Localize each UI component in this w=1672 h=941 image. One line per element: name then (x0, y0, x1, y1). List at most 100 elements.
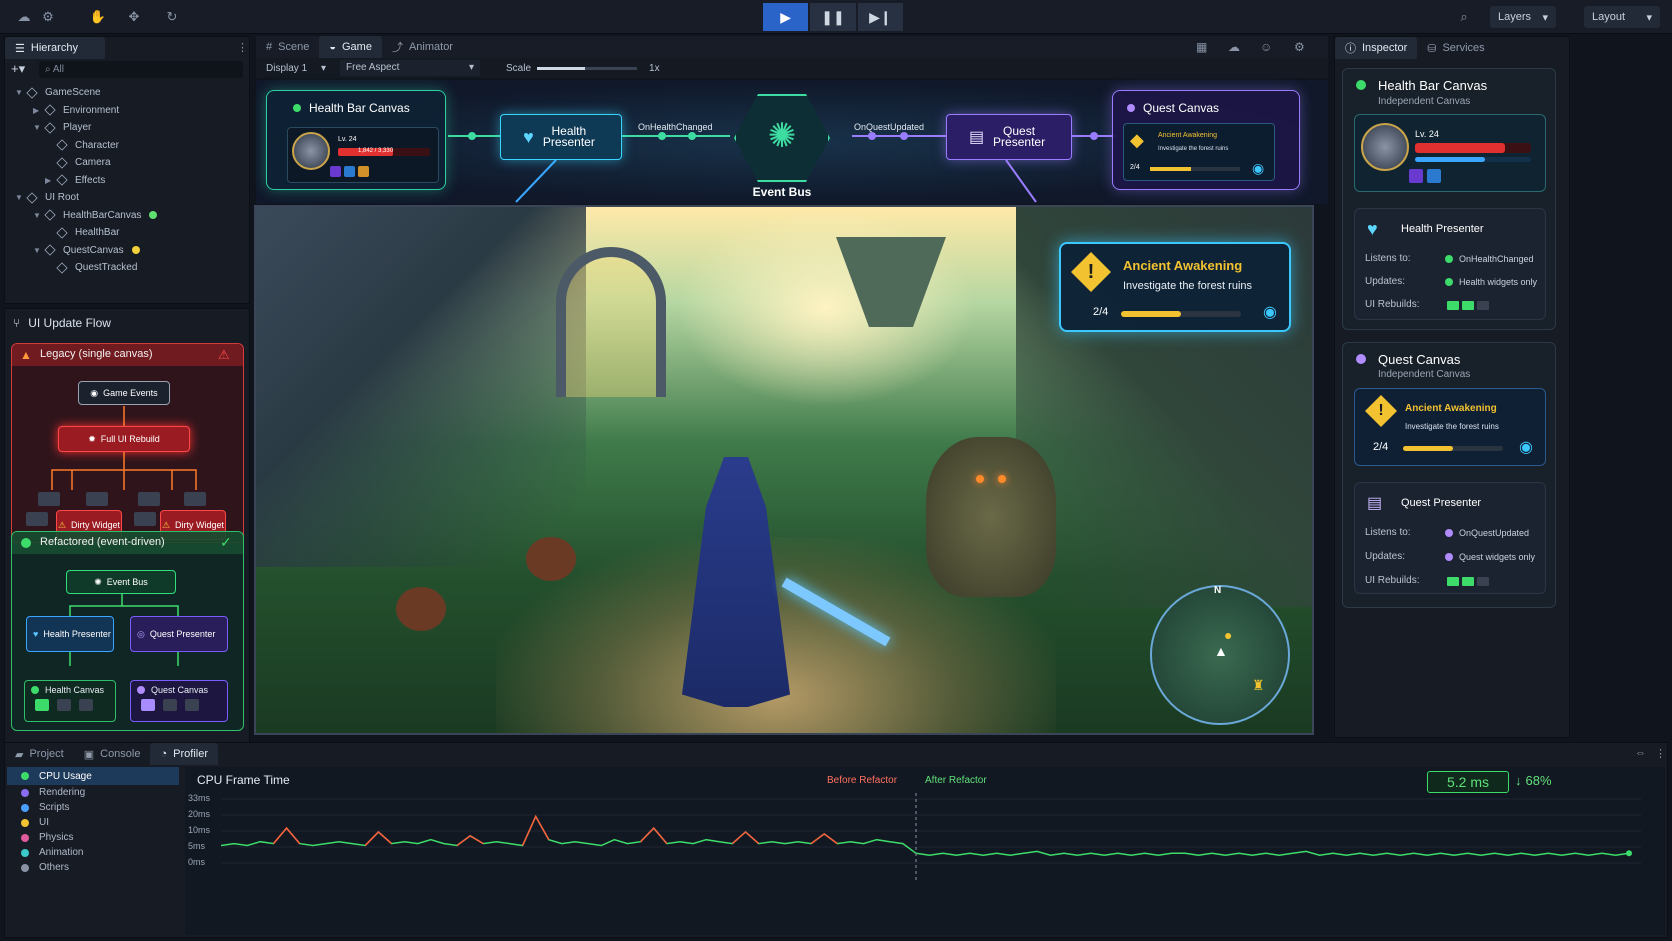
tree-item-questcanvas[interactable]: ▼ QuestCanvas (15, 242, 245, 260)
game-events-node: ◉ Game Events (78, 381, 170, 405)
updates-label: Updates: (1365, 551, 1406, 562)
tree-item-player[interactable]: ▼ Player (15, 119, 245, 137)
minimap[interactable]: N ▲ ● ♜ (1150, 585, 1290, 725)
tab-project[interactable]: ▰ Project (5, 743, 74, 765)
tree-label: Environment (63, 104, 120, 116)
after-series (915, 850, 1630, 856)
hierarchy-tab-label: Hierarchy (30, 42, 78, 54)
tab-label: Project (29, 748, 64, 760)
aspect-label: Free Aspect (346, 62, 400, 73)
cloud-icon[interactable]: ☁ (14, 8, 34, 26)
hand-icon[interactable]: ✋ (88, 8, 108, 26)
display-dropdown[interactable]: Display 1 ▾ (256, 63, 326, 74)
gamepad-icon: ◒ (329, 41, 336, 53)
quest-presenter-card: ▤ Quest Presenter Listens to: OnQuestUpd… (1354, 482, 1546, 594)
layout-label: Layout (1592, 11, 1626, 23)
tab-profiler[interactable]: ◔ Profiler (150, 743, 218, 765)
hp-bar (1415, 143, 1531, 153)
reduction-badge: ↓ 68% (1515, 773, 1552, 788)
move-icon[interactable]: ✥ (124, 8, 144, 26)
module-animation[interactable]: Animation (7, 845, 179, 860)
game-viewport[interactable]: ! Ancient Awakening Investigate the fore… (254, 205, 1314, 735)
cloud-icon[interactable]: ☁ (1228, 40, 1240, 54)
layout-dropdown[interactable]: Layout ▾ (1584, 6, 1660, 28)
aspect-dropdown[interactable]: Free Aspect ▾ (340, 60, 480, 76)
module-rendering[interactable]: Rendering (7, 785, 179, 800)
tree-item-gamescene[interactable]: ▼ GameScene (15, 84, 245, 102)
tree-item-environment[interactable]: ▶ Environment (15, 102, 245, 120)
tab-game[interactable]: ◒ Game (319, 36, 382, 58)
quest-description: Investigate the forest ruins (1123, 280, 1253, 292)
castle-icon: ♜ (1252, 677, 1265, 693)
play-icon: ▶ (780, 8, 792, 25)
tree-item-healthbarcanvas[interactable]: ▼ HealthBarCanvas (15, 207, 245, 225)
more-icon[interactable]: ⋮ (1655, 747, 1666, 760)
module-physics[interactable]: Physics (7, 830, 179, 845)
module-cpu[interactable]: CPU Usage (7, 767, 179, 785)
module-ui[interactable]: UI (7, 815, 179, 830)
step-icon: ▶❙ (869, 8, 892, 25)
tree-item-camera[interactable]: Camera (15, 154, 245, 172)
golem-enemy (926, 437, 1056, 597)
quest-tracker-hud: ! Ancient Awakening Investigate the fore… (1059, 242, 1291, 332)
layers-dropdown[interactable]: Layers ▾ (1490, 6, 1556, 28)
layout-icon[interactable]: ▦ (1196, 40, 1207, 54)
more-icon[interactable]: ⋮ (237, 41, 248, 54)
tree-item-ui-root[interactable]: ▼ UI Root (15, 189, 245, 207)
health-canvas-title: Health Bar Canvas (309, 101, 410, 115)
tab-inspector[interactable]: ⓘ Inspector (1335, 37, 1418, 59)
map-pin-icon: ◉ (1252, 160, 1265, 176)
health-canvas-subtitle: Independent Canvas (1378, 96, 1471, 107)
search-icon[interactable]: ⌕ (1454, 8, 1474, 26)
widget-box (38, 492, 60, 506)
tab-console[interactable]: ▣ Console (74, 743, 151, 765)
quest-canvas-card: Quest Canvas ◆ Ancient Awakening Investi… (1112, 90, 1300, 190)
tab-hierarchy[interactable]: ☰ Hierarchy (5, 37, 105, 59)
status-dot (1356, 354, 1366, 364)
tab-services[interactable]: ⛁ Services (1417, 37, 1494, 59)
y-tick: 5ms (188, 841, 206, 851)
step-button[interactable]: ▶❙ (857, 3, 903, 31)
user-icon[interactable]: ☺ (1260, 40, 1272, 54)
flow-title: ⑂ UI Update Flow (13, 316, 111, 330)
playback-controls: ▶ ❚❚ ▶❙ (763, 3, 903, 31)
widget-box (26, 512, 48, 526)
play-button[interactable]: ▶ (763, 3, 809, 31)
presenter-title: Health Presenter (1401, 223, 1484, 235)
pause-button[interactable]: ❚❚ (810, 3, 856, 31)
tree-item-healthbar[interactable]: HealthBar (15, 224, 245, 242)
settings-icon[interactable]: ⚙ (38, 8, 58, 26)
updates-value: Health widgets only (1445, 277, 1537, 287)
reduction-value: 68% (1525, 773, 1552, 788)
refresh-icon[interactable]: ↻ (162, 8, 182, 26)
tree-item-character[interactable]: Character (15, 137, 245, 155)
map-pin-icon: ◉ (1519, 439, 1533, 456)
heart-icon: ♥ (523, 126, 534, 147)
search-input[interactable]: ⌕ All (39, 61, 243, 78)
y-tick: 20ms (188, 809, 211, 819)
spike-mark (810, 832, 838, 845)
tree-item-effects[interactable]: ▶ Effects (15, 172, 245, 190)
quest-presenter-node: ▤ Quest Presenter (946, 114, 1072, 160)
quest-progress-bar (1403, 446, 1503, 451)
game-toolbar: Display 1 ▾ Free Aspect ▾ Scale 1x (256, 58, 1328, 78)
add-icon[interactable]: +▾ (11, 61, 25, 77)
level-label: Lv. 24 (1415, 129, 1439, 139)
module-others[interactable]: Others (7, 860, 179, 875)
module-scripts[interactable]: Scripts (7, 800, 179, 815)
gizmo-icon[interactable]: ⚙ (1294, 40, 1305, 54)
tab-scene[interactable]: # Scene (256, 36, 319, 58)
y-tick: 33ms (188, 793, 211, 803)
y-tick: 10ms (188, 825, 211, 835)
scale-slider[interactable] (537, 66, 638, 70)
gear-icon: ✺ (94, 576, 102, 587)
tab-label: Scene (278, 41, 310, 53)
search-placeholder: All (52, 64, 64, 75)
dirty-widget-label: Dirty Widget (71, 519, 121, 530)
listens-value: OnQuestUpdated (1445, 528, 1529, 538)
health-bar-preview: Lv. 24 (1354, 114, 1546, 192)
tree-item-questtracked[interactable]: QuestTracked (15, 259, 245, 277)
quest-canvas-title: Quest Canvas (1378, 352, 1461, 367)
tab-animator[interactable]: ⤴ Animator (382, 36, 463, 58)
lock-icon[interactable]: ⇔ (1635, 747, 1646, 759)
